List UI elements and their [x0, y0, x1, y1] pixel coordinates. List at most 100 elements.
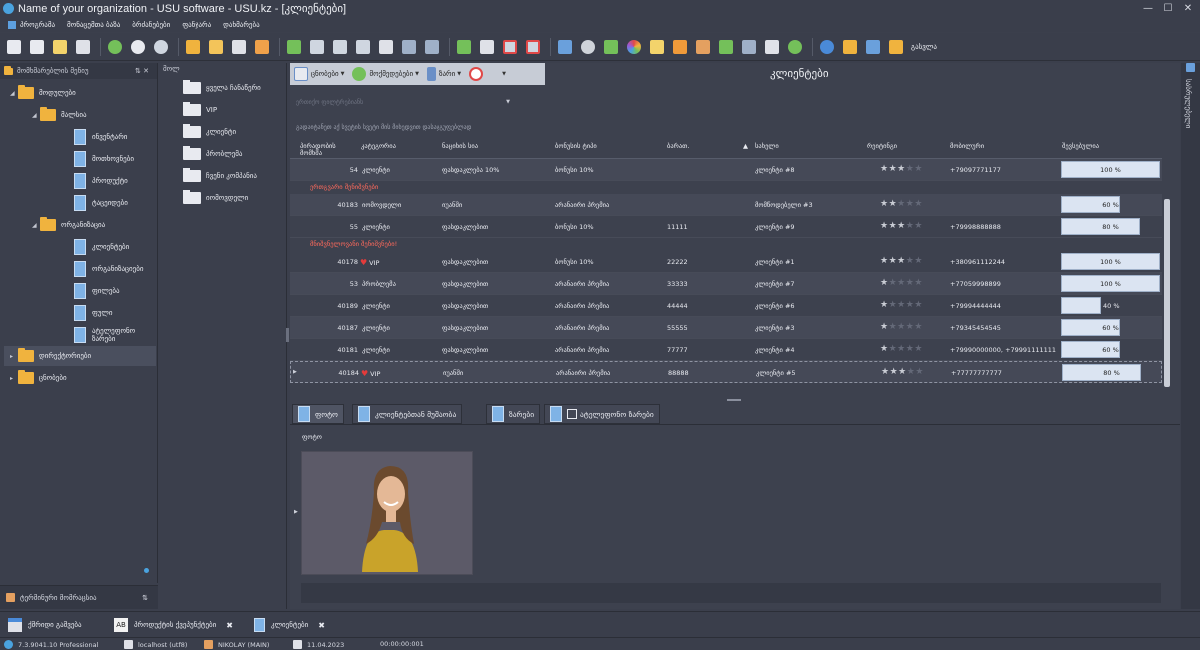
category-supplier[interactable]: იომოვდელი: [183, 189, 248, 207]
filter-edit-button[interactable]: [206, 37, 226, 57]
maximize-button[interactable]: ☐: [1158, 0, 1178, 17]
rating-stars[interactable]: ★★★★★: [880, 199, 923, 209]
chevron-right-icon[interactable]: ▸: [10, 375, 18, 382]
print-button[interactable]: [762, 37, 782, 57]
star-icon[interactable]: ★: [898, 367, 907, 377]
export-button[interactable]: [477, 37, 497, 57]
tree-item-reports[interactable]: ▸ ცნობები: [10, 368, 67, 388]
rating-stars[interactable]: ★★★★★: [880, 164, 923, 174]
tree-item-directories[interactable]: ▸ დირექტორიები: [4, 346, 156, 366]
close-window-button[interactable]: ✕: [1178, 0, 1198, 17]
star-icon[interactable]: ★: [915, 367, 924, 377]
side-panel-label[interactable]: სასრულებელი: [1184, 79, 1192, 128]
star-icon[interactable]: ★: [914, 164, 923, 174]
column-header-name[interactable]: სახელი: [755, 143, 779, 150]
star-icon[interactable]: ★: [914, 256, 923, 266]
tab-photo[interactable]: ფოტო: [292, 404, 344, 424]
table-row[interactable]: 40187 კლიენტი ფასდაკლებით არანაირი პრემია 55…: [290, 317, 1162, 339]
close-icon[interactable]: ✖: [318, 621, 325, 630]
column-header-price-list[interactable]: ნაციხის სია: [442, 143, 478, 150]
tree-item-organization[interactable]: ◢ ორგანიზაცია: [32, 215, 105, 235]
star-icon[interactable]: ★: [880, 322, 889, 332]
table-row[interactable]: 40178 ♥ VIP ფასდაკლებით ბონუსი 10% 22222 კლიენ…: [290, 251, 1162, 273]
column-header-card[interactable]: ბარათ.: [667, 143, 689, 150]
chevron-down-icon[interactable]: ◢: [32, 222, 40, 229]
reports-dropdown[interactable]: ცნობები ▼: [294, 67, 344, 81]
star-icon[interactable]: ★: [880, 300, 889, 310]
rating-stars[interactable]: ★★★★★: [880, 278, 923, 288]
star-icon[interactable]: ★: [897, 256, 906, 266]
table-row[interactable]: 40189 კლიენტი ფასდაკლებით არანაირი პრემია 44…: [290, 295, 1162, 317]
tree-item-branch[interactable]: ფილება: [74, 281, 120, 301]
star-icon[interactable]: ★: [880, 256, 889, 266]
tree-item-modules[interactable]: ◢ მოდულები: [10, 83, 76, 103]
star-icon[interactable]: ★: [889, 300, 898, 310]
calls-dropdown[interactable]: ზარი ▼: [426, 67, 461, 81]
panel-icon[interactable]: [1186, 63, 1195, 72]
category-client[interactable]: კლიენტი: [183, 123, 236, 141]
people-button[interactable]: [716, 37, 736, 57]
star-icon[interactable]: ★: [880, 221, 889, 231]
star-icon[interactable]: ★: [897, 344, 906, 354]
filter-dropdown[interactable]: ერთიქო ფილტრებიანს ▼: [296, 96, 510, 108]
table-row[interactable]: 40183 იომოვდელი იუანში არანაირი პრემია მომწო…: [290, 194, 1162, 216]
timer-button[interactable]: [469, 67, 486, 81]
rating-stars[interactable]: ★★★★★: [880, 256, 923, 266]
star-icon[interactable]: ★: [889, 322, 898, 332]
tree-item-organizations[interactable]: ორგანიზაციები: [74, 259, 143, 279]
tree-button[interactable]: [330, 37, 350, 57]
rss-button[interactable]: [670, 37, 690, 57]
rating-stars[interactable]: ★★★★★: [880, 221, 923, 231]
star-icon[interactable]: ★: [880, 199, 889, 209]
column-header-mobile[interactable]: მობილური: [950, 143, 984, 150]
tree-item-money[interactable]: ფული: [74, 303, 113, 323]
star-icon[interactable]: ★: [914, 278, 923, 288]
menu-commands[interactable]: ბრძანებები: [132, 21, 170, 29]
pane-pin-controls[interactable]: ⇅ ✕: [135, 67, 149, 75]
star-icon[interactable]: ★: [889, 164, 898, 174]
close-window-a-button[interactable]: [500, 37, 520, 57]
star-icon[interactable]: ★: [880, 164, 889, 174]
image-button[interactable]: [252, 37, 272, 57]
tab-calls[interactable]: ზარები: [486, 404, 541, 424]
window-tab-clients[interactable]: კლიენტები ✖: [254, 615, 325, 635]
window-tab-product-subitems[interactable]: AB პროდუქტის ქვეპუნქტები ✖: [114, 615, 233, 635]
star-icon[interactable]: ★: [897, 221, 906, 231]
star-icon[interactable]: ★: [914, 300, 923, 310]
hierarchy-button[interactable]: [353, 37, 373, 57]
tree-item-product[interactable]: პროდუქტი: [74, 171, 128, 191]
star-icon[interactable]: ★: [914, 221, 923, 231]
table-button[interactable]: [555, 37, 575, 57]
client-photo[interactable]: [301, 451, 473, 575]
grid-scrollbar[interactable]: [1162, 153, 1172, 393]
copy-record-button[interactable]: [27, 37, 47, 57]
find-button[interactable]: [151, 37, 171, 57]
table-row[interactable]: 54 კლიენტი ფასდაკლება 10% ბონუსი 10% კლიენტი…: [290, 159, 1162, 181]
tab-phone-calls[interactable]: ატელეფონო ზარები: [544, 404, 660, 424]
star-icon[interactable]: ★: [889, 199, 898, 209]
sort-asc-icon[interactable]: ▲: [743, 143, 748, 150]
tab-client-work[interactable]: კლიენტებთან მუშაობა: [352, 404, 463, 424]
menu-database[interactable]: მონაცემთა ბაზა: [67, 21, 120, 29]
panel-button[interactable]: [399, 37, 419, 57]
download-button[interactable]: [454, 37, 474, 57]
rating-stars[interactable]: ★★★★★: [880, 322, 923, 332]
refresh-button[interactable]: [105, 37, 125, 57]
scrollbar-thumb[interactable]: [1164, 199, 1170, 387]
new-record-button[interactable]: [4, 37, 24, 57]
table-row[interactable]: ▶ 40184 ♥ VIP იუანში არანაირი პრემია 88888 კლიე…: [290, 361, 1162, 383]
settings-button[interactable]: [578, 37, 598, 57]
window-tab-send[interactable]: ქმრიდი გამვება: [8, 615, 82, 635]
pane-splitter[interactable]: [286, 328, 289, 342]
table-row[interactable]: 40181 კლიენტი ფასდაკლებით არანაირი პრემია 77…: [290, 339, 1162, 361]
users-button[interactable]: [693, 37, 713, 57]
close-icon[interactable]: ✖: [226, 621, 233, 630]
column-header-rating[interactable]: რეიტინგი: [867, 143, 897, 150]
delete-record-button[interactable]: [73, 37, 93, 57]
flag-button[interactable]: [284, 37, 304, 57]
star-icon[interactable]: ★: [881, 367, 890, 377]
star-icon[interactable]: ★: [880, 344, 889, 354]
rating-stars[interactable]: ★★★★★: [880, 300, 923, 310]
star-icon[interactable]: ★: [897, 322, 906, 332]
star-icon[interactable]: ★: [880, 278, 889, 288]
